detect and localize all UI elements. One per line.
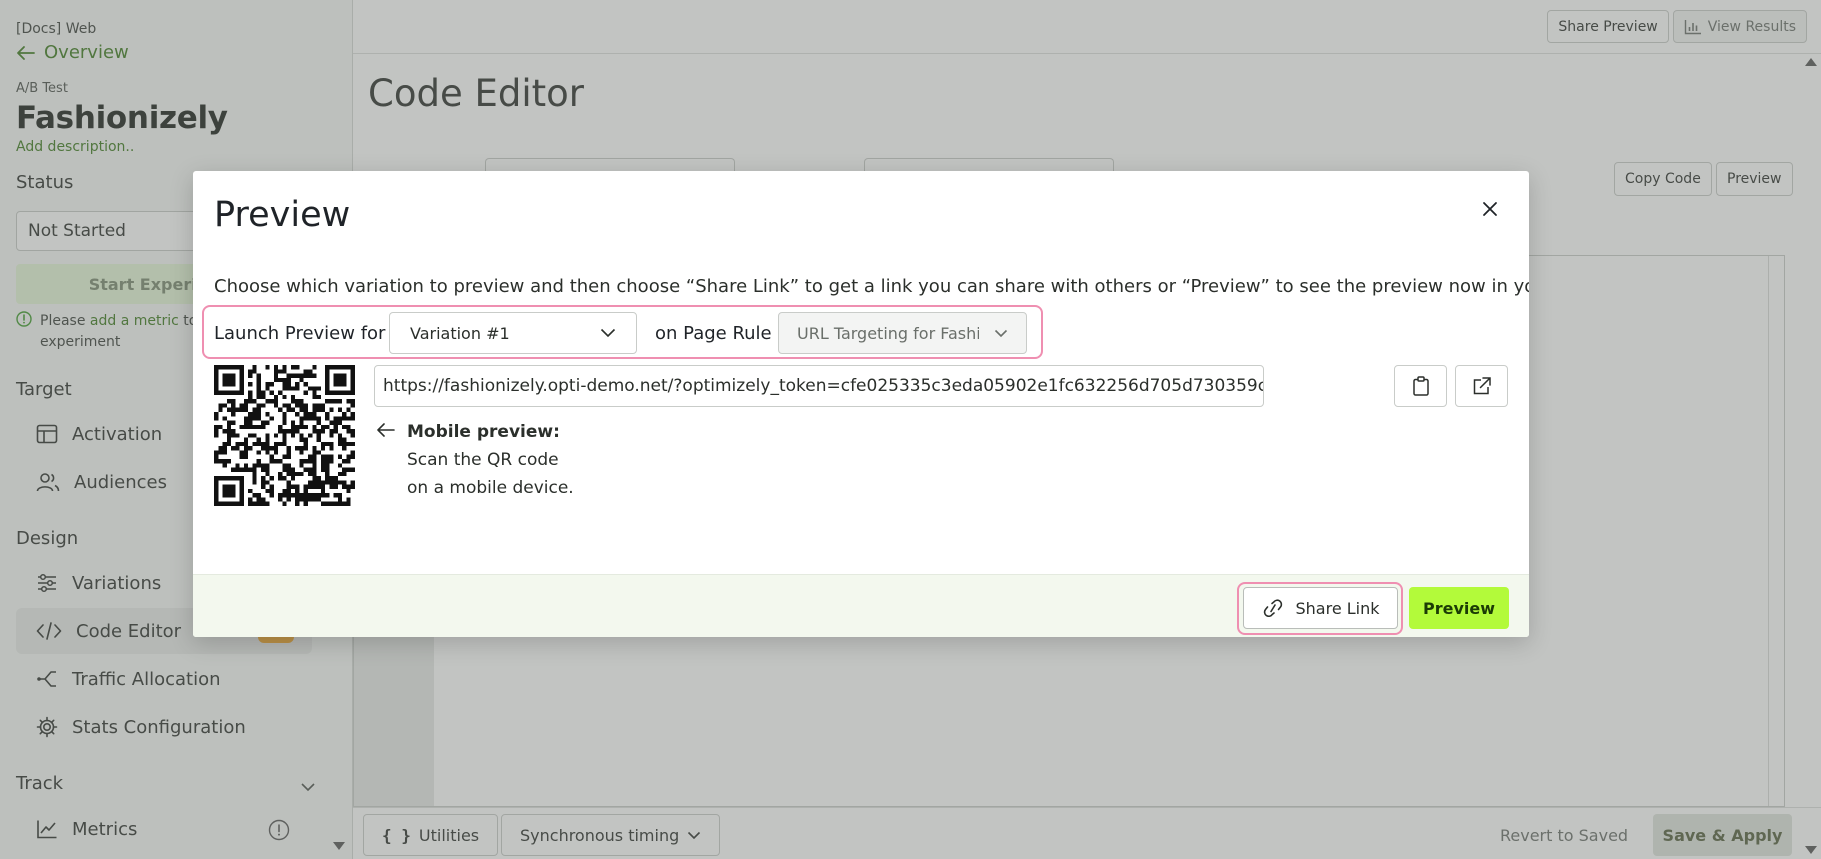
clipboard-icon [1412,376,1430,396]
close-button[interactable] [1477,196,1503,222]
page-rule-select[interactable]: URL Targeting for Fashi [778,312,1027,354]
qr-code-icon [214,365,355,506]
mobile-preview-line2: on a mobile device. [407,478,574,498]
page-rule-label: on Page Rule [655,323,772,344]
open-url-button[interactable] [1455,365,1508,407]
chevron-down-icon [600,328,616,338]
arrow-left-icon [376,422,396,438]
preview-button-label: Preview [1422,598,1495,618]
modal-footer: Share Link Preview [193,574,1529,637]
variation-select[interactable]: Variation #1 [389,312,637,354]
link-icon [1261,599,1285,617]
share-url-value: https://fashionizely.opti-demo.net/?opti… [383,376,1264,396]
variation-select-value: Variation #1 [410,323,510,343]
share-link-button[interactable]: Share Link [1243,587,1398,629]
preview-button[interactable]: Preview [1409,587,1509,629]
chevron-down-icon [994,329,1008,338]
mobile-preview-line1: Scan the QR code [407,450,559,470]
mobile-preview-title: Mobile preview: [407,422,560,442]
modal-title: Preview [214,195,351,235]
launch-preview-label: Launch Preview for [214,323,386,344]
preview-modal: Preview Choose which variation to previe… [193,171,1529,637]
page-rule-select-value: URL Targeting for Fashi [797,323,979,343]
close-icon [1482,201,1498,217]
copy-url-button[interactable] [1394,365,1447,407]
external-link-icon [1472,376,1492,396]
share-url-field[interactable]: https://fashionizely.opti-demo.net/?opti… [374,365,1264,407]
modal-instructions: Choose which variation to preview and th… [214,276,1529,297]
mobile-preview-hint: Mobile preview: Scan the QR code on a mo… [407,418,574,502]
share-link-label: Share Link [1295,598,1380,618]
